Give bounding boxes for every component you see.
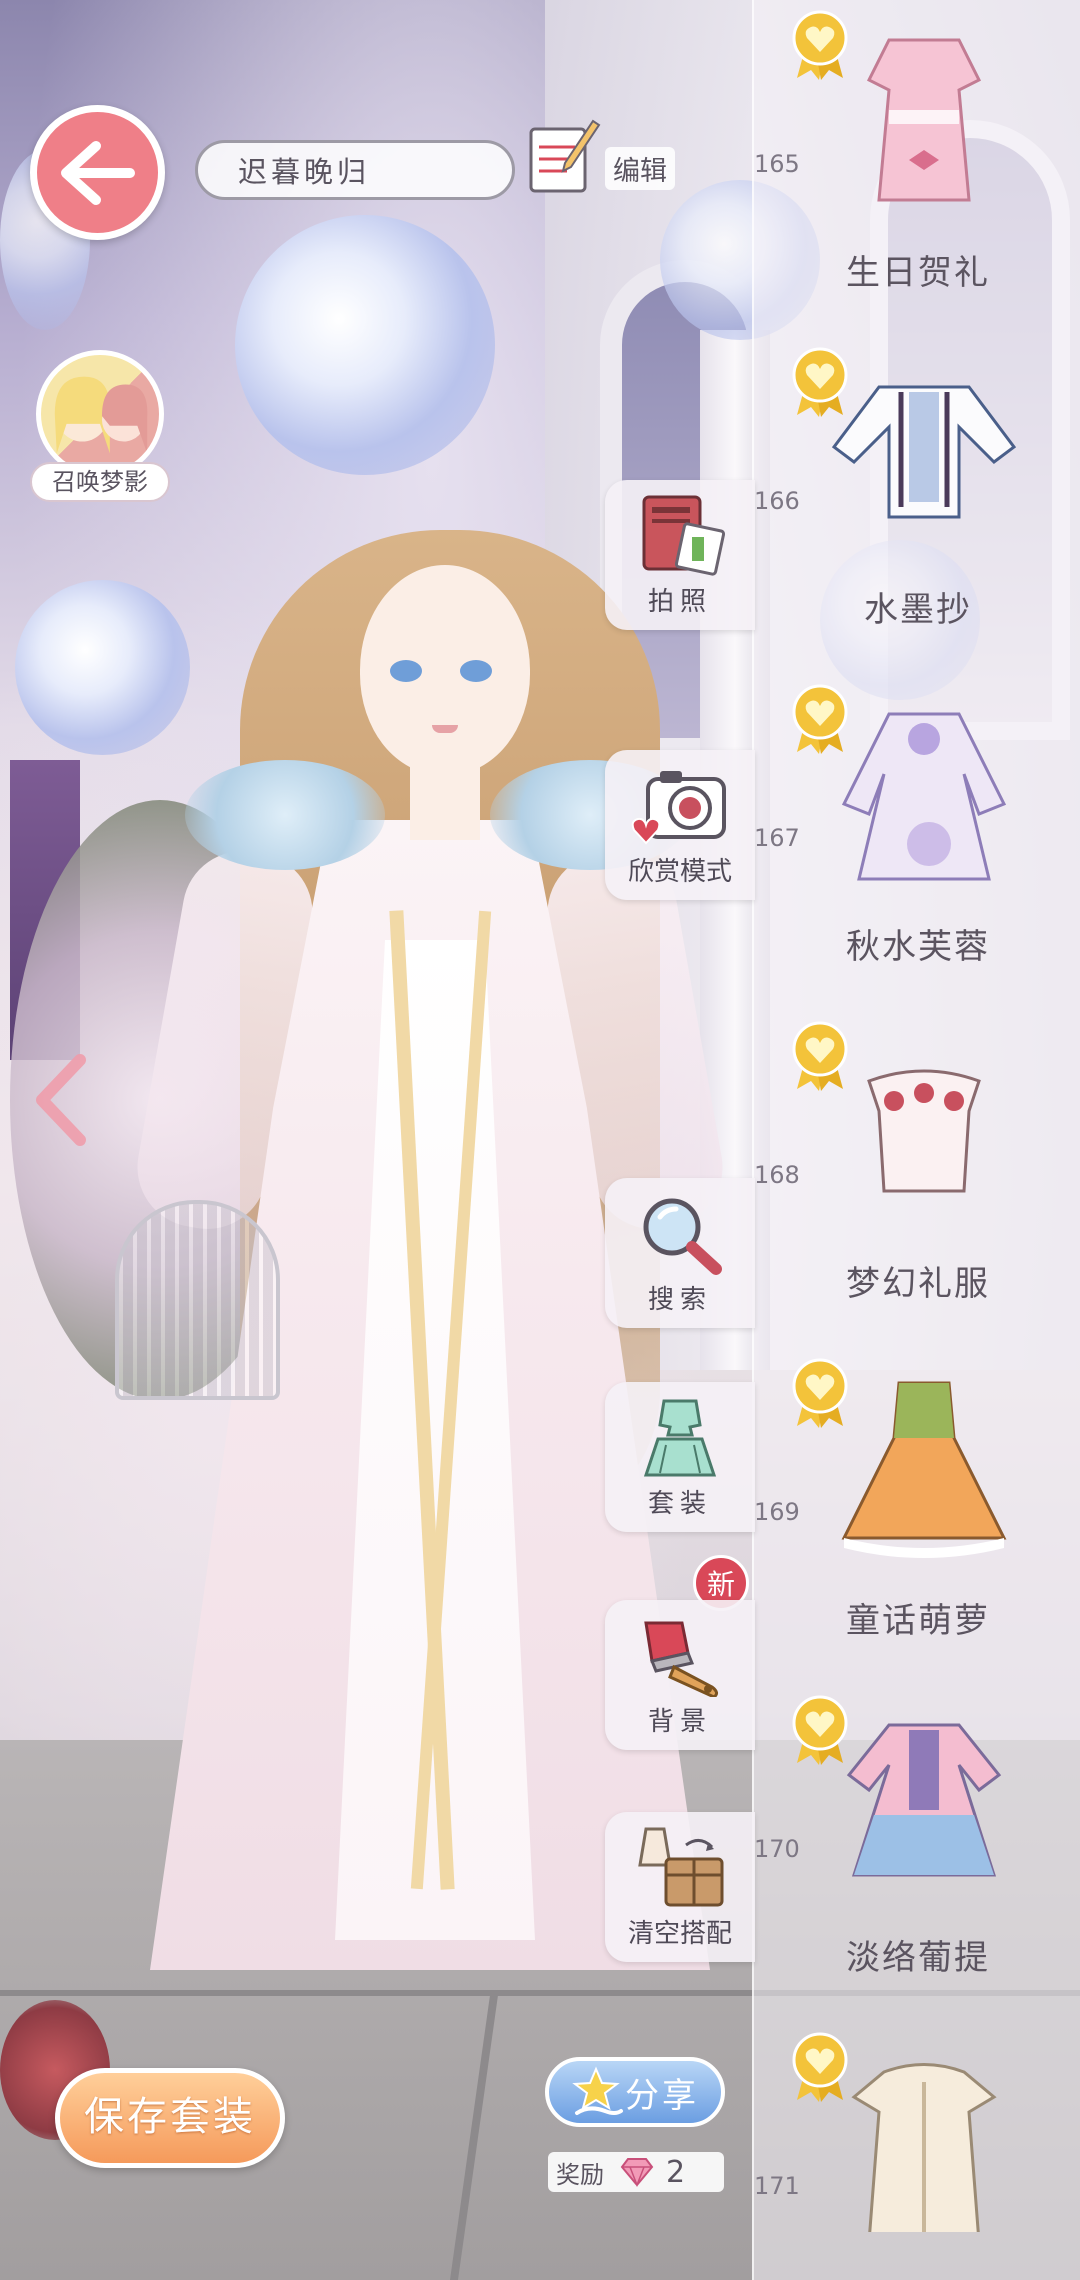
photo-label: 拍照 xyxy=(647,587,712,617)
arrow-left-icon xyxy=(60,140,135,205)
pink-gem-icon xyxy=(620,2158,654,2187)
outfit-number: 169 xyxy=(754,1498,800,1526)
camera-heart-icon xyxy=(631,771,726,845)
magnifier-icon xyxy=(643,1198,722,1275)
list-item[interactable]: 168 梦幻礼服 xyxy=(754,1011,1080,1348)
reward-count: 2 xyxy=(666,2154,686,2190)
outfit-set-label: 套装 xyxy=(647,1489,712,1519)
paint-brush-icon xyxy=(644,1621,719,1697)
photo-album-icon xyxy=(642,495,726,576)
appreciate-mode-button[interactable]: 欣赏模式 xyxy=(605,750,755,900)
twin-avatar-icon xyxy=(36,350,164,478)
outfit-thumbnail xyxy=(841,1381,1007,1558)
list-item[interactable]: 167 秋水芙蓉 xyxy=(754,674,1080,1011)
reward-label: 奖励 xyxy=(556,2160,604,2189)
list-item[interactable]: 170 淡络葡提 xyxy=(754,1685,1080,2022)
clear-outfit-label: 清空搭配 xyxy=(627,1919,732,1949)
edit-label: 编辑 xyxy=(605,146,675,190)
outfit-thumbnail xyxy=(867,1069,981,1193)
list-item[interactable]: 169 童话萌萝 xyxy=(754,1348,1080,1685)
dress-set-icon xyxy=(643,1399,717,1477)
list-item[interactable]: 171 xyxy=(754,2022,1080,2280)
outfit-name: 梦幻礼服 xyxy=(846,1264,990,1304)
outfit-number: 167 xyxy=(754,824,800,852)
outfit-thumbnail xyxy=(851,2063,997,2232)
outfit-thumbnail xyxy=(866,38,982,202)
character-eye xyxy=(390,660,422,682)
background-button[interactable]: 背景 xyxy=(605,1600,755,1750)
chevron-left-icon[interactable] xyxy=(30,1050,90,1150)
outfit-number: 168 xyxy=(754,1161,800,1189)
search-button[interactable]: 搜索 xyxy=(605,1178,755,1328)
outfit-name: 生日贺礼 xyxy=(846,253,990,293)
outfit-thumbnail xyxy=(841,712,1007,881)
outfit-name: 水墨抄 xyxy=(864,590,972,630)
outfit-number: 171 xyxy=(754,2172,800,2200)
outfit-name-value: 迟暮晚归 xyxy=(238,155,371,189)
list-item[interactable]: 166 水墨抄 xyxy=(754,337,1080,674)
search-label: 搜索 xyxy=(647,1285,712,1315)
outfit-name: 童话萌萝 xyxy=(846,1601,990,1641)
background-label: 背景 xyxy=(647,1707,712,1737)
hanging-flower-ball xyxy=(235,215,495,475)
birdcage-accessory xyxy=(115,1200,280,1400)
back-button[interactable] xyxy=(30,105,165,240)
summon-dream-shadow-button[interactable]: 召唤梦影 xyxy=(30,350,170,510)
outfit-list[interactable]: 165 生日贺礼 166 水墨抄 167 秋水芙蓉 168 梦幻礼服 169 童… xyxy=(752,0,1080,2280)
outfit-number: 166 xyxy=(754,487,800,515)
character-mouth xyxy=(432,725,458,733)
character-face xyxy=(360,565,530,775)
edit-button[interactable]: 编辑 xyxy=(525,110,685,200)
appreciate-mode-label: 欣赏模式 xyxy=(627,857,732,887)
outfit-name: 秋水芙蓉 xyxy=(846,927,990,967)
summon-label: 召唤梦影 xyxy=(30,462,170,502)
fur-shawl-left xyxy=(185,760,385,870)
box-dress-icon xyxy=(638,1827,724,1907)
outfit-name: 淡络葡提 xyxy=(846,1938,990,1978)
star-hand-icon xyxy=(572,2066,623,2115)
clear-outfit-button[interactable]: 清空搭配 xyxy=(605,1812,755,1962)
photo-button[interactable]: 拍照 xyxy=(605,480,755,630)
outfit-name-field[interactable]: 迟暮晚归 xyxy=(195,140,515,200)
character-eye xyxy=(460,660,492,682)
reward-info: 奖励 2 xyxy=(548,2152,724,2192)
notepad-pencil-icon xyxy=(529,119,601,193)
share-button[interactable]: 分享 xyxy=(545,2057,725,2127)
list-item[interactable]: 165 生日贺礼 xyxy=(754,0,1080,337)
outfit-number: 170 xyxy=(754,1835,800,1863)
outfit-thumbnail xyxy=(846,1723,1002,1877)
outfit-thumbnail xyxy=(831,385,1017,519)
save-outfit-button[interactable]: 保存套装 xyxy=(55,2068,285,2168)
share-label: 分享 xyxy=(625,2075,699,2116)
outfit-number: 165 xyxy=(754,150,800,178)
outfit-set-button[interactable]: 套装 xyxy=(605,1382,755,1532)
